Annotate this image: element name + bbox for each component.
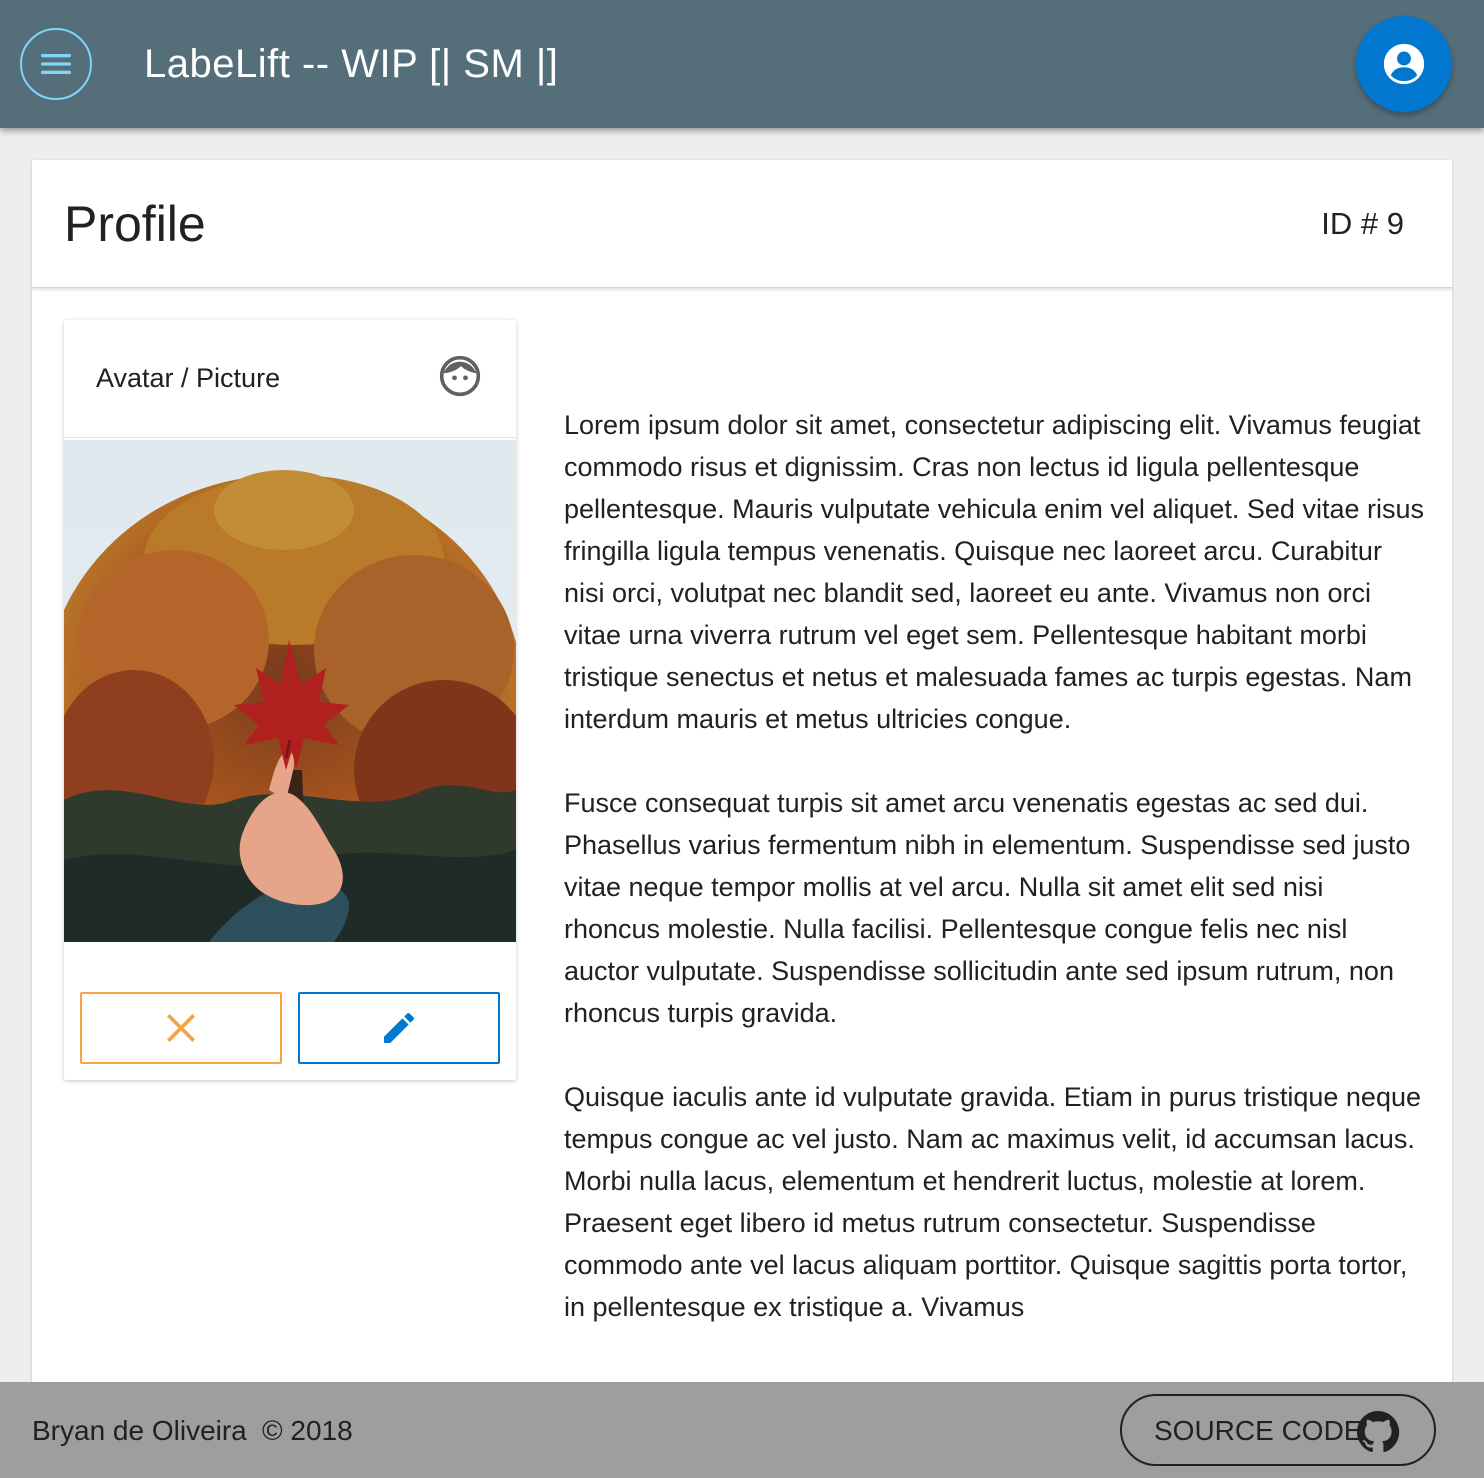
account-button[interactable] xyxy=(1356,16,1452,112)
profile-description: Lorem ipsum dolor sit amet, consectetur … xyxy=(564,404,1426,1370)
account-circle-icon xyxy=(1383,43,1425,85)
description-paragraph: Lorem ipsum dolor sit amet, consectetur … xyxy=(564,410,1424,734)
page-title: Profile xyxy=(64,196,206,252)
github-icon xyxy=(1357,1411,1400,1453)
author-name: Bryan de Oliveira xyxy=(32,1415,247,1446)
avatar-picture xyxy=(64,440,516,942)
menu-button[interactable] xyxy=(20,28,92,100)
footer: Bryan de Oliveira © 2018 SOURCE CODE xyxy=(0,1382,1484,1478)
pencil-icon xyxy=(384,1012,415,1043)
description-paragraph: Quisque iaculis ante id vulputate gravid… xyxy=(564,1082,1421,1322)
edit-picture-button[interactable] xyxy=(298,992,500,1064)
avatar-card: Avatar / Picture xyxy=(64,320,516,1080)
description-paragraph: Fusce consequat turpis sit amet arcu ven… xyxy=(564,788,1411,1028)
source-code-button[interactable]: SOURCE CODE xyxy=(1120,1394,1436,1466)
app-title: LabeLift -- WIP [| SM |] xyxy=(144,42,559,86)
app-bar: LabeLift -- WIP [| SM |] xyxy=(0,0,1484,128)
profile-card: Profile ID # 9 Avatar / Picture Lorem ip… xyxy=(32,160,1452,1410)
copyright: © 2018 xyxy=(262,1415,353,1446)
record-id: ID # 9 xyxy=(1321,206,1404,241)
avatar-card-title: Avatar / Picture xyxy=(96,363,281,393)
profile-header: Profile ID # 9 xyxy=(32,160,1452,288)
close-icon xyxy=(167,1014,195,1042)
remove-picture-button[interactable] xyxy=(80,992,282,1064)
avatar-card-header: Avatar / Picture xyxy=(64,320,516,438)
source-code-label: SOURCE CODE xyxy=(1154,1415,1363,1446)
menu-icon xyxy=(41,54,71,74)
face-icon xyxy=(439,355,481,397)
avatar-actions xyxy=(64,942,516,1080)
